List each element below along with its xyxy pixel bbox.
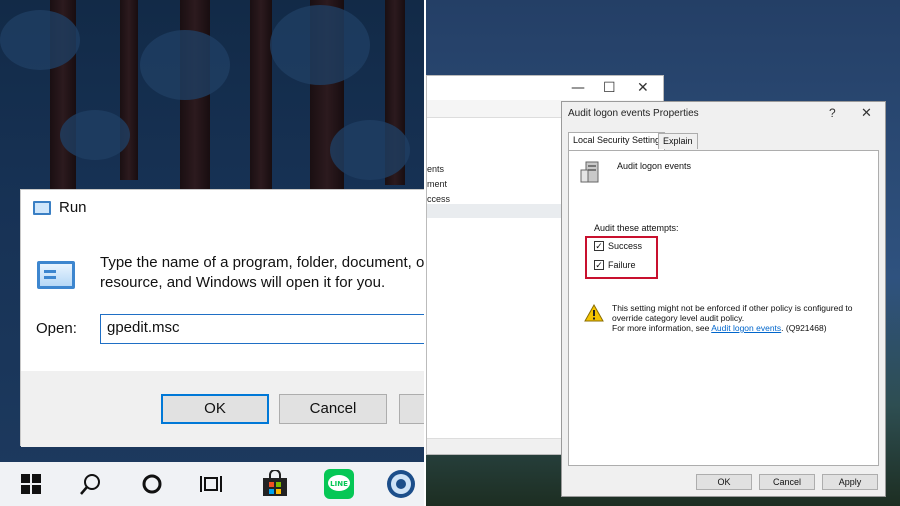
close-icon[interactable]: ✕ xyxy=(861,105,872,121)
warning-text: This setting might not be enforced if ot… xyxy=(612,303,853,333)
line-app-icon[interactable]: LINE xyxy=(324,469,354,499)
success-checkbox[interactable]: ✓ Success xyxy=(594,241,642,251)
attempts-label: Audit these attempts: xyxy=(594,223,679,233)
checkbox-failure[interactable]: ✓ xyxy=(594,260,604,270)
apply-button[interactable]: Apply xyxy=(822,474,878,490)
minimize-icon[interactable]: — xyxy=(571,80,585,96)
windows-start-icon[interactable] xyxy=(16,469,46,499)
failure-checkbox[interactable]: ✓ Failure xyxy=(594,260,636,270)
policy-name: Audit logon events xyxy=(617,161,692,171)
run-dialog-title: Run xyxy=(59,199,87,216)
tab-explain[interactable]: Explain xyxy=(658,133,698,149)
search-icon[interactable] xyxy=(76,469,106,499)
warning-icon xyxy=(584,304,604,322)
success-label: Success xyxy=(608,241,643,251)
list-item[interactable]: ents xyxy=(427,164,444,174)
taskbar: LINE xyxy=(0,462,424,506)
run-dialog: Run Type the name of a program, folder, … xyxy=(20,189,424,447)
failure-label: Failure xyxy=(608,260,636,270)
run-description: Type the name of a program, folder, docu… xyxy=(100,254,424,291)
cancel-button[interactable]: Cancel xyxy=(759,474,815,490)
open-label: Open: xyxy=(36,320,77,337)
cancel-button[interactable]: Cancel xyxy=(279,394,387,424)
left-screenshot-panel: Run Type the name of a program, folder, … xyxy=(0,0,424,506)
audit-logon-events-link[interactable]: Audit logon events xyxy=(711,323,781,333)
list-item[interactable]: ment xyxy=(427,179,447,189)
store-icon[interactable] xyxy=(260,469,290,499)
cortana-icon[interactable] xyxy=(137,469,167,499)
help-icon[interactable]: ? xyxy=(829,106,836,120)
app-icon[interactable] xyxy=(386,469,416,499)
maximize-icon[interactable]: ☐ xyxy=(603,80,616,96)
open-input[interactable]: gpedit.msc xyxy=(100,314,424,344)
run-icon xyxy=(33,200,51,215)
dialog-title: Audit logon events Properties xyxy=(568,108,699,119)
close-icon[interactable]: ✕ xyxy=(637,80,649,96)
tab-local-security-setting[interactable]: Local Security Setting xyxy=(568,132,666,150)
audit-logon-events-properties-dialog: Audit logon events Properties ? ✕ Local … xyxy=(561,101,886,497)
checkbox-success[interactable]: ✓ xyxy=(594,241,604,251)
ok-button[interactable]: OK xyxy=(696,474,752,490)
list-item[interactable]: ccess xyxy=(427,194,450,204)
right-screenshot-panel: — ☐ ✕ ents ment ccess Audit logon events… xyxy=(426,0,900,506)
task-view-icon[interactable] xyxy=(197,469,227,499)
browse-button[interactable] xyxy=(399,394,424,424)
tab-page: Audit logon events Audit these attempts:… xyxy=(568,150,879,466)
policy-server-icon xyxy=(580,161,599,183)
run-program-icon xyxy=(37,261,75,289)
run-dialog-titlebar: Run xyxy=(33,199,87,216)
line-app-label: LINE xyxy=(330,480,348,488)
ok-button[interactable]: OK xyxy=(161,394,269,424)
